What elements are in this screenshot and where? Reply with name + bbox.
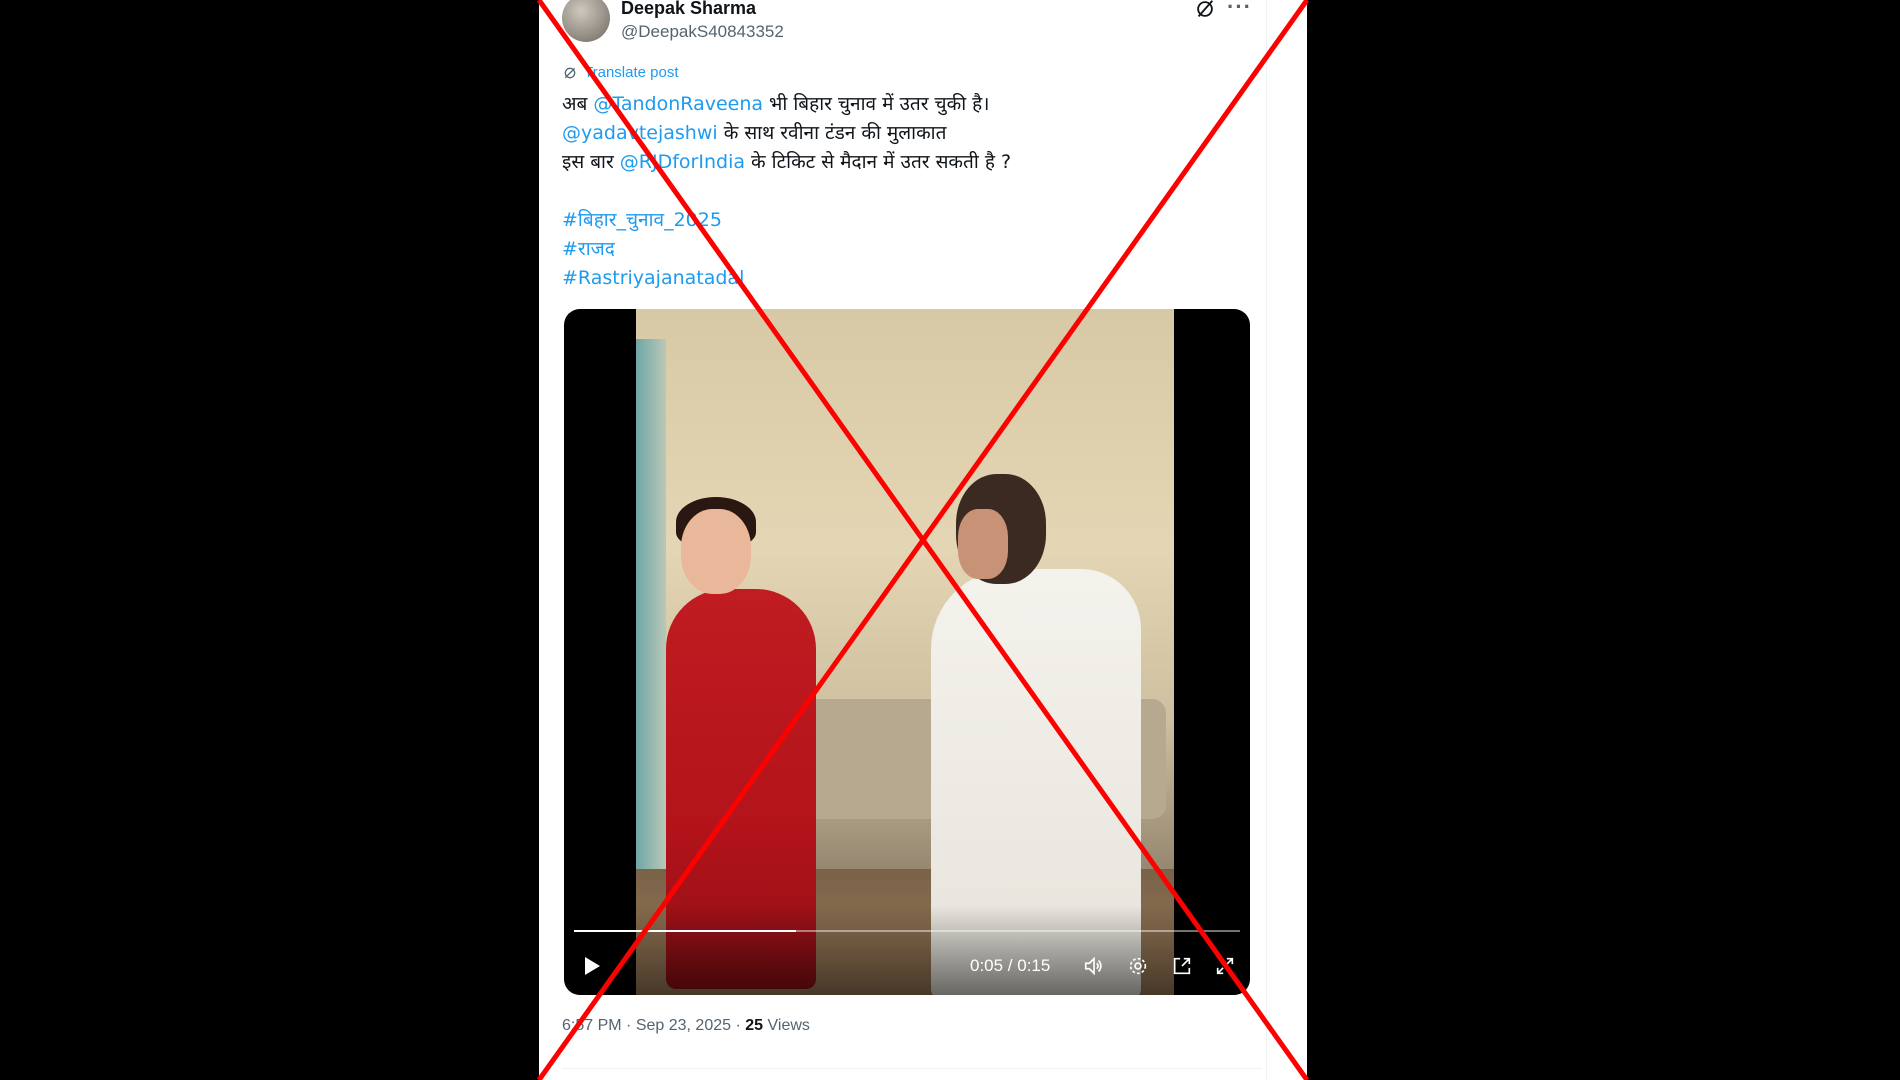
text-segment: के साथ रवीना टंडन की मुलाकात [717, 122, 947, 144]
post-timestamp[interactable]: 6:57 PM · Sep 23, 2025 · 25 Views [562, 1017, 810, 1035]
views-label: Views [767, 1017, 810, 1034]
more-icon[interactable]: ··· [1227, 0, 1252, 20]
text-segment: इस बार [562, 151, 620, 173]
separator: · [626, 1017, 632, 1034]
scene-person-man-face [958, 509, 1008, 579]
volume-icon[interactable] [1083, 955, 1105, 977]
post-text-line: इस बार @RJDforIndia के टिकिट से मैदान मे… [562, 148, 1262, 177]
mention-link[interactable]: @RJDforIndia [620, 151, 745, 173]
pip-icon[interactable] [1171, 955, 1193, 977]
translate-icon [564, 67, 576, 78]
views-count: 25 [745, 1017, 764, 1034]
column-divider [1266, 0, 1267, 1080]
gear-icon[interactable] [1127, 955, 1149, 977]
author-display-name[interactable]: Deepak Sharma [621, 0, 756, 19]
time-display: 0:05 / 0:15 [970, 956, 1051, 975]
text-segment: अब [562, 93, 594, 115]
fullscreen-icon[interactable] [1214, 955, 1236, 977]
translate-label: Translate post [584, 64, 679, 81]
progress-fill [574, 930, 796, 932]
post-text-line: @yadavtejashwi के साथ रवीना टंडन की मुला… [562, 119, 1262, 148]
grok-icon[interactable] [1194, 0, 1216, 20]
separator: · [735, 1017, 741, 1034]
post-time: 6:57 PM [562, 1017, 622, 1034]
action-bar [562, 1068, 1262, 1080]
video-player[interactable]: 0:05 / 0:15 [564, 309, 1250, 995]
hashtag-link[interactable]: #बिहार_चुनाव_2025 [562, 206, 1262, 235]
hashtag-link[interactable]: #Rastriyajanatadal [562, 264, 1262, 293]
post-text-line: अब @TandonRaveena भी बिहार चुनाव में उतर… [562, 90, 1262, 119]
author-handle[interactable]: @DeepakS40843352 [621, 22, 784, 42]
video-frame [636, 309, 1174, 995]
play-icon[interactable] [582, 956, 602, 976]
tweet-card: Deepak Sharma @DeepakS40843352 ··· Trans… [539, 0, 1307, 1080]
post-date: Sep 23, 2025 [635, 1017, 732, 1034]
mention-link[interactable]: @TandonRaveena [593, 93, 763, 115]
post-text: अब @TandonRaveena भी बिहार चुनाव में उतर… [562, 90, 1262, 293]
mention-link[interactable]: @yadavtejashwi [562, 122, 718, 144]
translate-post-link[interactable]: Translate post [562, 64, 679, 81]
controls-gradient [564, 905, 1250, 995]
scene-window [636, 339, 666, 959]
avatar[interactable] [562, 0, 610, 42]
hashtag-link[interactable]: #राजद [562, 235, 1262, 264]
text-segment: भी बिहार चुनाव में उतर चुकी है। [763, 93, 990, 115]
text-segment: के टिकिट से मैदान में उतर सकती है ? [745, 151, 1012, 173]
scene-person-woman-head [681, 509, 751, 594]
